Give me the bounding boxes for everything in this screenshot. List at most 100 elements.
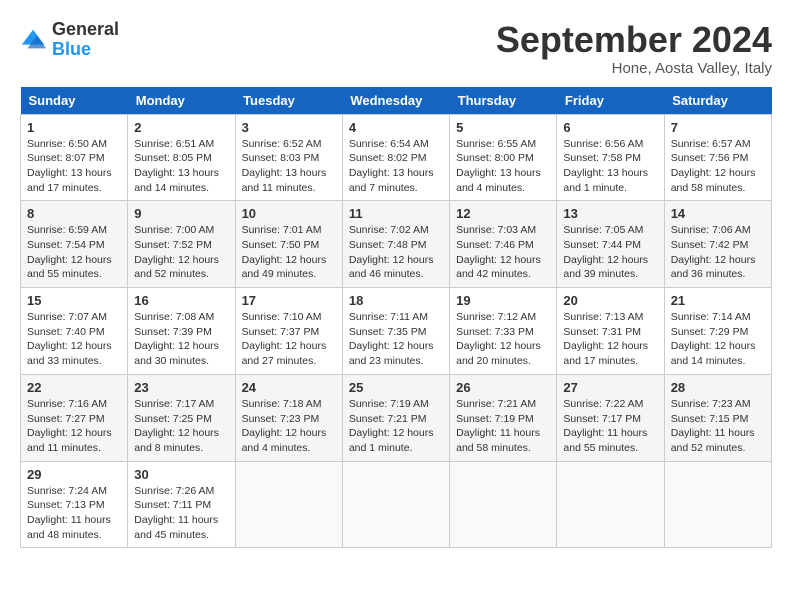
calendar-cell: 11Sunrise: 7:02 AMSunset: 7:48 PMDayligh…	[342, 201, 449, 288]
day-number: 6	[563, 120, 657, 135]
calendar-cell: 14Sunrise: 7:06 AMSunset: 7:42 PMDayligh…	[664, 201, 771, 288]
col-monday: Monday	[128, 87, 235, 115]
col-sunday: Sunday	[21, 87, 128, 115]
day-number: 2	[134, 120, 228, 135]
calendar-cell: 16 Sunrise: 7:08 AMSunset: 7:39 PMDayligh…	[128, 288, 235, 375]
day-number: 14	[671, 206, 765, 221]
calendar-cell: 4 Sunrise: 6:54 AMSunset: 8:02 PMDaylight…	[342, 114, 449, 201]
day-number: 16	[134, 293, 228, 308]
day-info: Sunrise: 7:26 AMSunset: 7:11 PMDaylight:…	[134, 485, 218, 541]
calendar-cell: 17Sunrise: 7:10 AMSunset: 7:37 PMDayligh…	[235, 288, 342, 375]
calendar-cell: 10 Sunrise: 7:01 AMSunset: 7:50 PMDayligh…	[235, 201, 342, 288]
col-friday: Friday	[557, 87, 664, 115]
calendar-week-2: 8 Sunrise: 6:59 AMSunset: 7:54 PMDaylight…	[21, 201, 772, 288]
day-number: 5	[456, 120, 550, 135]
day-number: 8	[27, 206, 121, 221]
calendar-week-4: 22Sunrise: 7:16 AMSunset: 7:27 PMDayligh…	[21, 374, 772, 461]
day-number: 19	[456, 293, 550, 308]
calendar-cell: 23 Sunrise: 7:17 AMSunset: 7:25 PMDayligh…	[128, 374, 235, 461]
logo-blue-text: Blue	[52, 40, 119, 60]
day-info: Sunrise: 6:57 AMSunset: 7:56 PMDaylight:…	[671, 138, 756, 194]
day-number: 27	[563, 380, 657, 395]
calendar-cell: 21 Sunrise: 7:14 AMSunset: 7:29 PMDayligh…	[664, 288, 771, 375]
day-number: 12	[456, 206, 550, 221]
col-thursday: Thursday	[450, 87, 557, 115]
day-number: 13	[563, 206, 657, 221]
day-number: 17	[242, 293, 336, 308]
col-wednesday: Wednesday	[342, 87, 449, 115]
day-number: 9	[134, 206, 228, 221]
day-info: Sunrise: 7:23 AMSunset: 7:15 PMDaylight:…	[671, 398, 755, 454]
day-number: 30	[134, 467, 228, 482]
day-number: 3	[242, 120, 336, 135]
calendar-cell: 5 Sunrise: 6:55 AMSunset: 8:00 PMDaylight…	[450, 114, 557, 201]
day-info: Sunrise: 7:11 AMSunset: 7:35 PMDaylight:…	[349, 311, 434, 367]
day-info: Sunrise: 7:08 AMSunset: 7:39 PMDaylight:…	[134, 311, 219, 367]
month-title: September 2024	[496, 20, 772, 60]
day-info: Sunrise: 6:50 AMSunset: 8:07 PMDaylight:…	[27, 138, 112, 194]
day-number: 26	[456, 380, 550, 395]
calendar-cell: 24 Sunrise: 7:18 AMSunset: 7:23 PMDayligh…	[235, 374, 342, 461]
day-info: Sunrise: 7:00 AMSunset: 7:52 PMDaylight:…	[134, 224, 219, 280]
day-info: Sunrise: 7:14 AMSunset: 7:29 PMDaylight:…	[671, 311, 756, 367]
day-number: 7	[671, 120, 765, 135]
day-info: Sunrise: 7:05 AMSunset: 7:44 PMDaylight:…	[563, 224, 648, 280]
day-info: Sunrise: 7:17 AMSunset: 7:25 PMDaylight:…	[134, 398, 219, 454]
day-number: 11	[349, 206, 443, 221]
logo-icon	[20, 26, 48, 54]
logo-general-text: General	[52, 20, 119, 40]
calendar-cell: 27Sunrise: 7:22 AMSunset: 7:17 PMDayligh…	[557, 374, 664, 461]
day-number: 28	[671, 380, 765, 395]
day-number: 20	[563, 293, 657, 308]
day-info: Sunrise: 6:51 AMSunset: 8:05 PMDaylight:…	[134, 138, 219, 194]
calendar-cell	[342, 461, 449, 548]
calendar-cell: 22Sunrise: 7:16 AMSunset: 7:27 PMDayligh…	[21, 374, 128, 461]
col-saturday: Saturday	[664, 87, 771, 115]
calendar-cell: 18 Sunrise: 7:11 AMSunset: 7:35 PMDayligh…	[342, 288, 449, 375]
day-info: Sunrise: 6:54 AMSunset: 8:02 PMDaylight:…	[349, 138, 434, 194]
calendar-cell: 30 Sunrise: 7:26 AMSunset: 7:11 PMDayligh…	[128, 461, 235, 548]
day-number: 1	[27, 120, 121, 135]
day-info: Sunrise: 6:55 AMSunset: 8:00 PMDaylight:…	[456, 138, 541, 194]
calendar-cell: 8 Sunrise: 6:59 AMSunset: 7:54 PMDaylight…	[21, 201, 128, 288]
calendar-cell: 7 Sunrise: 6:57 AMSunset: 7:56 PMDaylight…	[664, 114, 771, 201]
day-number: 15	[27, 293, 121, 308]
calendar-cell: 28 Sunrise: 7:23 AMSunset: 7:15 PMDayligh…	[664, 374, 771, 461]
calendar-cell: 1 Sunrise: 6:50 AMSunset: 8:07 PMDaylight…	[21, 114, 128, 201]
day-number: 24	[242, 380, 336, 395]
calendar-cell: 9 Sunrise: 7:00 AMSunset: 7:52 PMDaylight…	[128, 201, 235, 288]
page-header: General Blue September 2024 Hone, Aosta …	[20, 20, 772, 77]
day-number: 23	[134, 380, 228, 395]
day-info: Sunrise: 7:01 AMSunset: 7:50 PMDaylight:…	[242, 224, 327, 280]
calendar-cell	[664, 461, 771, 548]
day-number: 29	[27, 467, 121, 482]
calendar-cell: 15 Sunrise: 7:07 AMSunset: 7:40 PMDayligh…	[21, 288, 128, 375]
title-block: September 2024 Hone, Aosta Valley, Italy	[496, 20, 772, 77]
day-info: Sunrise: 7:07 AMSunset: 7:40 PMDaylight:…	[27, 311, 112, 367]
day-number: 4	[349, 120, 443, 135]
calendar-cell	[235, 461, 342, 548]
calendar-cell: 12 Sunrise: 7:03 AMSunset: 7:46 PMDayligh…	[450, 201, 557, 288]
day-info: Sunrise: 7:12 AMSunset: 7:33 PMDaylight:…	[456, 311, 541, 367]
day-info: Sunrise: 7:03 AMSunset: 7:46 PMDaylight:…	[456, 224, 541, 280]
calendar-cell: 6 Sunrise: 6:56 AMSunset: 7:58 PMDaylight…	[557, 114, 664, 201]
calendar-cell: 20Sunrise: 7:13 AMSunset: 7:31 PMDayligh…	[557, 288, 664, 375]
calendar-cell	[557, 461, 664, 548]
calendar-cell: 19 Sunrise: 7:12 AMSunset: 7:33 PMDayligh…	[450, 288, 557, 375]
col-tuesday: Tuesday	[235, 87, 342, 115]
day-number: 25	[349, 380, 443, 395]
calendar-table: Sunday Monday Tuesday Wednesday Thursday…	[20, 87, 772, 549]
day-number: 10	[242, 206, 336, 221]
day-info: Sunrise: 7:21 AMSunset: 7:19 PMDaylight:…	[456, 398, 540, 454]
day-number: 18	[349, 293, 443, 308]
calendar-week-3: 15 Sunrise: 7:07 AMSunset: 7:40 PMDayligh…	[21, 288, 772, 375]
day-info: Sunrise: 6:59 AMSunset: 7:54 PMDaylight:…	[27, 224, 112, 280]
day-info: Sunrise: 7:18 AMSunset: 7:23 PMDaylight:…	[242, 398, 327, 454]
calendar-week-1: 1 Sunrise: 6:50 AMSunset: 8:07 PMDaylight…	[21, 114, 772, 201]
day-info: Sunrise: 6:56 AMSunset: 7:58 PMDaylight:…	[563, 138, 648, 194]
calendar-header-row: Sunday Monday Tuesday Wednesday Thursday…	[21, 87, 772, 115]
day-info: Sunrise: 7:16 AMSunset: 7:27 PMDaylight:…	[27, 398, 112, 454]
day-info: Sunrise: 7:19 AMSunset: 7:21 PMDaylight:…	[349, 398, 434, 454]
day-number: 21	[671, 293, 765, 308]
calendar-cell: 3Sunrise: 6:52 AMSunset: 8:03 PMDaylight…	[235, 114, 342, 201]
